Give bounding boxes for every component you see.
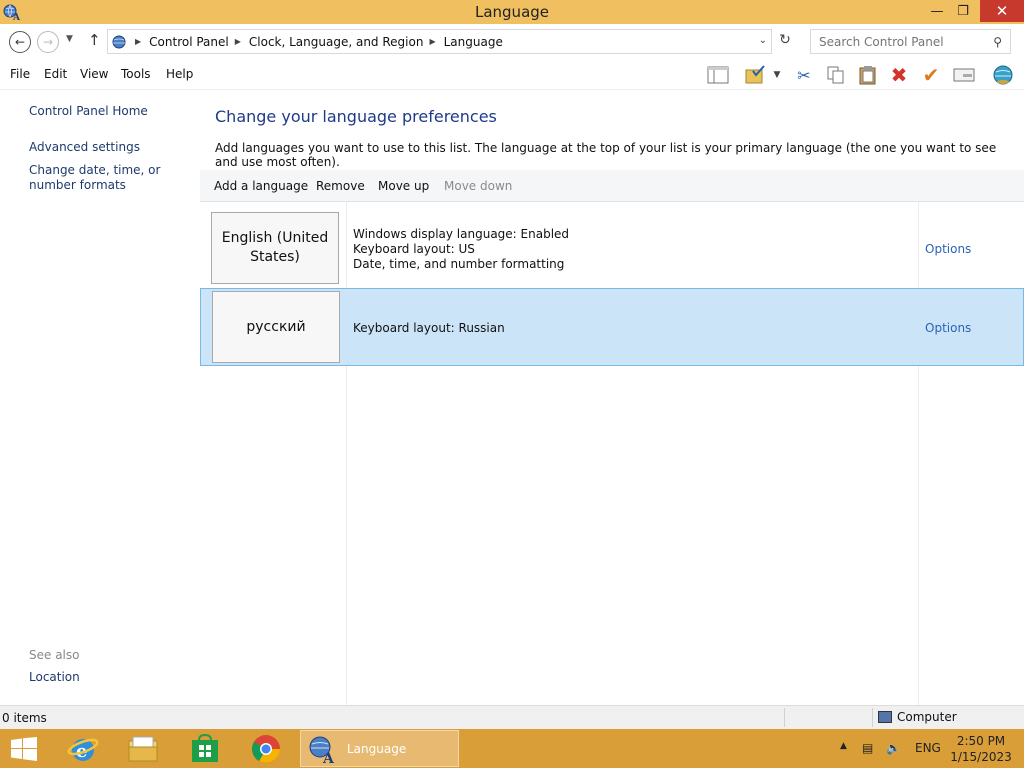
options-link[interactable]: Options xyxy=(925,242,971,256)
item-count: 0 items xyxy=(2,711,47,725)
options-link[interactable]: Options xyxy=(925,321,971,335)
page-title: Change your language preferences xyxy=(215,107,497,126)
input-language-indicator[interactable]: ENG xyxy=(915,741,941,755)
windows-start-icon[interactable] xyxy=(10,737,38,761)
left-navigation-pane: Control Panel Home Advanced settings Cha… xyxy=(0,90,200,705)
language-app-icon: A xyxy=(309,736,335,764)
folder-check-icon[interactable] xyxy=(744,64,768,86)
forward-button[interactable]: → xyxy=(37,31,59,53)
menu-tools[interactable]: Tools xyxy=(121,67,151,81)
see-also-label: See also xyxy=(29,648,80,662)
chevron-down-icon[interactable]: ▼ xyxy=(770,64,784,86)
control-panel-home-link[interactable]: Control Panel Home xyxy=(29,104,199,119)
panel-icon[interactable] xyxy=(952,64,976,86)
chevron-right-icon: ▶ xyxy=(135,37,142,46)
copy-icon[interactable] xyxy=(824,64,848,86)
change-date-time-formats-link[interactable]: Change date, time, or number formats xyxy=(29,163,199,193)
status-bar: 0 items Computer xyxy=(0,705,1024,729)
recent-locations-icon[interactable]: ▼ xyxy=(66,34,73,44)
add-language-button[interactable]: Add a language xyxy=(214,179,308,193)
minimize-button[interactable]: — xyxy=(924,0,950,22)
menu-file[interactable]: File xyxy=(10,67,30,81)
move-up-button[interactable]: Move up xyxy=(378,179,429,193)
address-field[interactable]: ▶ Control Panel ▶ Clock, Language, and R… xyxy=(107,29,772,54)
file-explorer-icon[interactable] xyxy=(120,732,166,766)
move-down-button[interactable]: Move down xyxy=(444,179,512,193)
keyboard-layout-text: Keyboard layout: Russian xyxy=(353,321,505,335)
properties-check-icon[interactable]: ✔ xyxy=(919,63,943,87)
language-row-russian[interactable]: русский Keyboard layout: Russian Options xyxy=(200,288,1024,366)
menu-bar: File Edit View Tools Help ▼ ✂ ✖ ✔ xyxy=(0,60,1024,90)
chevron-down-icon[interactable]: ⌄ xyxy=(759,35,767,46)
control-panel-icon xyxy=(112,35,126,48)
search-box[interactable]: ⚲ xyxy=(810,29,1011,54)
chevron-right-icon[interactable]: ▶ xyxy=(235,37,241,46)
search-input[interactable] xyxy=(819,34,979,49)
breadcrumb-control-panel[interactable]: Control Panel xyxy=(149,35,229,49)
layout-pane-icon[interactable] xyxy=(706,64,730,86)
refresh-button[interactable]: ↻ xyxy=(776,32,794,52)
svg-text:A: A xyxy=(322,751,335,764)
up-button[interactable]: ↑ xyxy=(88,31,101,49)
close-button[interactable]: ✕ xyxy=(980,0,1024,22)
language-tile[interactable]: русский xyxy=(212,291,340,363)
menu-view[interactable]: View xyxy=(80,67,108,81)
search-icon[interactable]: ⚲ xyxy=(993,35,1002,49)
internet-explorer-icon[interactable]: e xyxy=(60,732,106,766)
restore-button[interactable]: ❐ xyxy=(950,0,976,22)
volume-icon[interactable]: 🔈 xyxy=(886,741,901,755)
chrome-icon[interactable] xyxy=(243,732,289,766)
advanced-settings-link[interactable]: Advanced settings xyxy=(29,140,199,155)
command-bar: Add a language Remove Move up Move down xyxy=(200,170,1024,202)
clock-time: 2:50 PM xyxy=(956,734,1006,748)
taskbar-language-window[interactable]: A Language xyxy=(300,730,459,767)
language-details: Keyboard layout: Russian xyxy=(353,321,505,336)
taskbar-window-label: Language xyxy=(347,741,407,756)
breadcrumb-language[interactable]: Language xyxy=(444,35,503,49)
remove-button[interactable]: Remove xyxy=(316,179,365,193)
menu-edit[interactable]: Edit xyxy=(44,67,67,81)
store-icon[interactable] xyxy=(182,732,228,766)
language-details: Windows display language: Enabled Keyboa… xyxy=(353,227,569,272)
computer-icon xyxy=(878,711,892,723)
delete-icon[interactable]: ✖ xyxy=(887,63,911,87)
menu-help[interactable]: Help xyxy=(166,67,193,81)
clock-date: 1/15/2023 xyxy=(950,750,1012,764)
formatting-text: Date, time, and number formatting xyxy=(353,257,565,271)
show-hidden-icons-icon[interactable]: ▲ xyxy=(840,741,847,751)
keyboard-layout-text: Keyboard layout: US xyxy=(353,242,475,256)
main-content: Change your language preferences Add lan… xyxy=(200,90,1024,705)
language-tile[interactable]: English (United States) xyxy=(211,212,339,284)
status-divider xyxy=(872,708,873,727)
network-icon[interactable]: ▤ xyxy=(862,741,873,755)
paste-icon[interactable] xyxy=(856,64,880,86)
page-description: Add languages you want to use to this li… xyxy=(215,141,997,169)
language-row-english[interactable]: English (United States) Windows display … xyxy=(200,210,1024,288)
cut-icon[interactable]: ✂ xyxy=(792,64,816,86)
title-bar: A Language — ❐ ✕ xyxy=(0,0,1024,24)
breadcrumb-clock-language-region[interactable]: Clock, Language, and Region xyxy=(249,35,424,49)
chevron-right-icon[interactable]: ▶ xyxy=(429,37,435,46)
back-button[interactable]: ← xyxy=(9,31,31,53)
status-location: Computer xyxy=(878,710,957,724)
taskbar: e A Language ▲ ▤ 🔈 ENG 2:50 PM 1/15/2023 xyxy=(0,729,1024,768)
taskbar-clock[interactable]: 2:50 PM 1/15/2023 xyxy=(950,733,1012,765)
location-link[interactable]: Location xyxy=(29,670,199,685)
address-bar: ← → ▼ ↑ ▶ Control Panel ▶ Clock, Languag… xyxy=(0,24,1024,60)
window-title: Language xyxy=(474,3,550,21)
globe-icon[interactable] xyxy=(991,64,1015,86)
display-language-status: Windows display language: Enabled xyxy=(353,227,570,241)
status-location-label: Computer xyxy=(897,710,957,724)
status-divider xyxy=(784,708,785,727)
